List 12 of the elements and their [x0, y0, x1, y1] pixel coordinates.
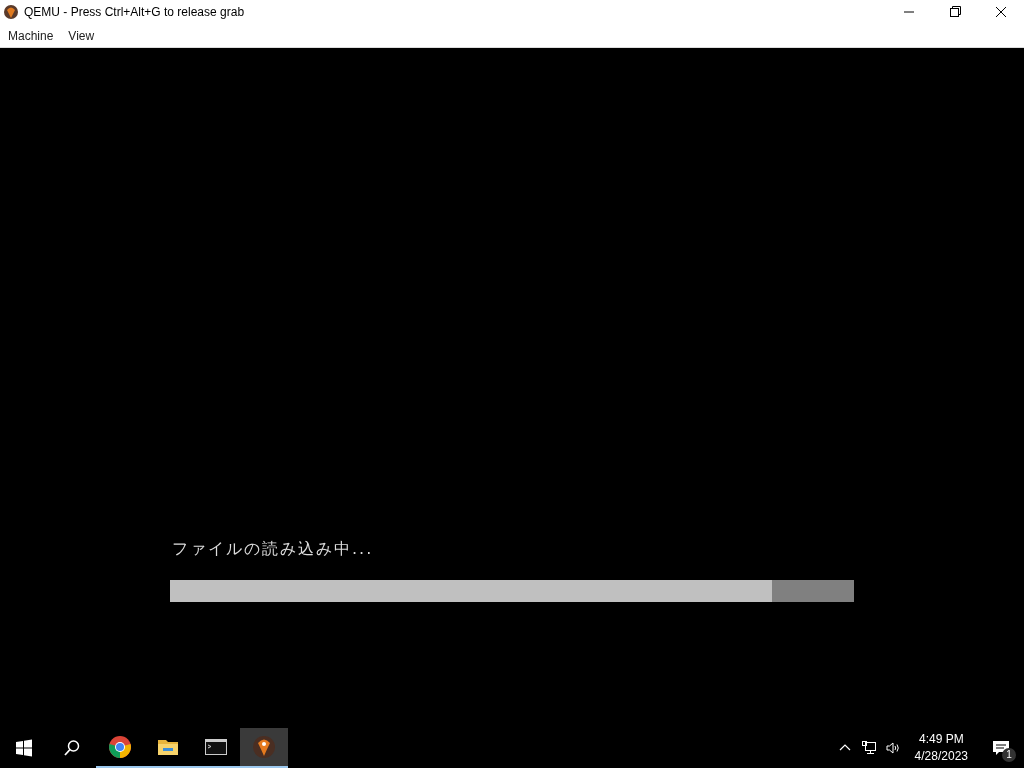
loading-message: ファイルの読み込み中... — [172, 539, 375, 560]
taskbar-app[interactable] — [240, 728, 288, 768]
menu-item[interactable]: Machine — [8, 28, 54, 43]
browser-icon — [108, 735, 132, 759]
clock-time: 4:49 PM — [918, 731, 964, 748]
notification-count: 1 — [1002, 748, 1016, 762]
app-icon — [3, 4, 19, 20]
window-title: QEMU - Press Ctrl+Alt+G to release grab — [24, 5, 245, 19]
notifications-button[interactable]: 1 — [978, 728, 1024, 768]
clock[interactable]: 4:49 PM 4/28/2023 — [904, 731, 978, 765]
clock-date: 4/28/2023 — [914, 748, 968, 765]
menu-item[interactable]: View — [68, 28, 95, 43]
